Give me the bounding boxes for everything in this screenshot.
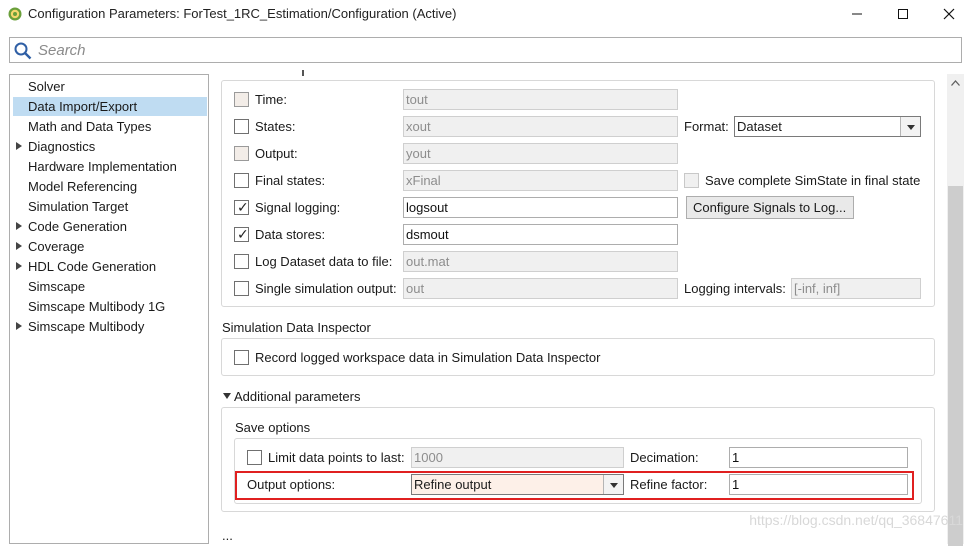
logging-intervals-label: Logging intervals:	[684, 281, 786, 296]
nav-item-data-import-export[interactable]: Data Import/Export	[13, 97, 207, 116]
nav-item-hardware-implementation[interactable]: Hardware Implementation	[13, 157, 207, 176]
scroll-clip-mark	[302, 70, 304, 76]
save-to-workspace-group	[221, 80, 935, 307]
nav-item-math-and-data-types[interactable]: Math and Data Types	[13, 117, 207, 136]
more-indicator: ...	[222, 528, 233, 543]
nav-item-solver[interactable]: Solver	[13, 77, 207, 96]
chevron-down-icon[interactable]	[900, 117, 920, 136]
check-icon: ✓	[237, 199, 249, 215]
nav-item-diagnostics[interactable]: Diagnostics	[13, 137, 207, 156]
window-title: Configuration Parameters: ForTest_1RC_Es…	[28, 6, 457, 21]
search-icon	[14, 42, 32, 60]
final-states-label: Final states:	[255, 173, 326, 188]
final-states-field[interactable]: xFinal	[403, 170, 678, 191]
limit-data-points-label: Limit data points to last:	[268, 450, 405, 465]
log-dataset-field[interactable]: out.mat	[403, 251, 678, 272]
minimize-button[interactable]	[834, 0, 880, 28]
nav-item-label: HDL Code Generation	[28, 259, 157, 274]
nav-item-coverage[interactable]: Coverage	[13, 237, 207, 256]
nav-item-label: Simscape Multibody 1G	[28, 299, 166, 314]
output-checkbox[interactable]	[234, 146, 249, 161]
limit-data-points-checkbox[interactable]	[247, 450, 262, 465]
signal-logging-label: Signal logging:	[255, 200, 341, 215]
nav-item-label: Data Import/Export	[28, 99, 138, 114]
data-stores-checkbox[interactable]: ✓	[234, 227, 249, 242]
output-field[interactable]: yout	[403, 143, 678, 164]
highlight-annotation	[235, 471, 914, 500]
nav-item-simscape[interactable]: Simscape	[13, 277, 207, 296]
check-icon: ✓	[237, 226, 249, 242]
single-sim-label: Single simulation output:	[255, 281, 397, 296]
signal-logging-field[interactable]: logsout	[403, 197, 678, 218]
nav-item-label: Math and Data Types	[28, 119, 152, 134]
expand-arrow-icon[interactable]	[16, 222, 22, 230]
expand-arrow-icon[interactable]	[16, 242, 22, 250]
nav-item-simscape-multibody[interactable]: Simscape Multibody	[13, 317, 207, 336]
states-label: States:	[255, 119, 296, 134]
maximize-icon	[898, 9, 908, 19]
format-label: Format:	[684, 119, 729, 134]
nav-item-simscape-multibody-1g[interactable]: Simscape Multibody 1G	[13, 297, 207, 316]
decimation-label: Decimation:	[630, 450, 699, 465]
search-box[interactable]	[9, 37, 962, 63]
nav-item-label: Simscape Multibody	[28, 319, 145, 334]
nav-item-label: Simulation Target	[28, 199, 129, 214]
single-sim-checkbox[interactable]	[234, 281, 249, 296]
minimize-icon	[852, 13, 862, 15]
nav-item-label: Diagnostics	[28, 139, 96, 154]
signal-logging-checkbox[interactable]: ✓	[234, 200, 249, 215]
limit-data-points-field[interactable]: 1000	[411, 447, 624, 468]
data-stores-label: Data stores:	[255, 227, 326, 242]
nav-item-label: Code Generation	[28, 219, 128, 234]
watermark: https://blog.csdn.net/qq_36847611	[749, 512, 963, 528]
save-simstate-label: Save complete SimState in final state	[705, 173, 921, 188]
nav-item-label: Solver	[28, 79, 65, 94]
expand-arrow-icon[interactable]	[16, 322, 22, 330]
nav-item-label: Coverage	[28, 239, 85, 254]
configure-signals-button[interactable]: Configure Signals to Log...	[686, 196, 854, 219]
single-sim-field[interactable]: out	[403, 278, 678, 299]
additional-parameters-title[interactable]: Additional parameters	[234, 389, 360, 404]
expand-arrow-icon[interactable]	[16, 262, 22, 270]
time-field[interactable]: tout	[403, 89, 678, 110]
title-bar: Configuration Parameters: ForTest_1RC_Es…	[0, 0, 971, 30]
scrollbar-thumb[interactable]	[948, 186, 963, 546]
close-icon	[943, 8, 955, 20]
nav-item-label: Simscape	[28, 279, 86, 294]
nav-tree: Solver Data Import/Export Math and Data …	[9, 74, 209, 544]
simulink-gear-icon	[8, 7, 22, 21]
maximize-button[interactable]	[880, 0, 926, 28]
sdi-section-title: Simulation Data Inspector	[222, 320, 371, 335]
logging-intervals-field[interactable]: [-inf, inf]	[791, 278, 921, 299]
nav-item-label: Model Referencing	[28, 179, 138, 194]
record-sdi-label: Record logged workspace data in Simulati…	[255, 350, 601, 365]
scroll-up-button[interactable]	[947, 74, 964, 91]
expand-arrow-icon[interactable]	[16, 142, 22, 150]
close-button[interactable]	[926, 0, 971, 28]
nav-item-simulation-target[interactable]: Simulation Target	[13, 197, 207, 216]
log-dataset-checkbox[interactable]	[234, 254, 249, 269]
format-select[interactable]: Dataset	[734, 116, 921, 137]
nav-item-code-generation[interactable]: Code Generation	[13, 217, 207, 236]
data-stores-field[interactable]: dsmout	[403, 224, 678, 245]
collapse-arrow-icon[interactable]	[223, 393, 231, 399]
log-dataset-label: Log Dataset data to file:	[255, 254, 393, 269]
final-states-checkbox[interactable]	[234, 173, 249, 188]
nav-item-model-referencing[interactable]: Model Referencing	[13, 177, 207, 196]
format-value: Dataset	[737, 119, 782, 134]
output-label: Output:	[255, 146, 298, 161]
chevron-up-icon	[951, 79, 960, 86]
record-sdi-checkbox[interactable]	[234, 350, 249, 365]
time-checkbox[interactable]	[234, 92, 249, 107]
nav-item-hdl-code-generation[interactable]: HDL Code Generation	[13, 257, 207, 276]
search-input[interactable]	[36, 40, 936, 60]
states-field[interactable]: xout	[403, 116, 678, 137]
nav-item-label: Hardware Implementation	[28, 159, 177, 174]
time-label: Time:	[255, 92, 288, 107]
save-options-title: Save options	[235, 420, 311, 435]
states-checkbox[interactable]	[234, 119, 249, 134]
save-simstate-checkbox[interactable]	[684, 173, 699, 188]
decimation-field[interactable]: 1	[729, 447, 908, 468]
